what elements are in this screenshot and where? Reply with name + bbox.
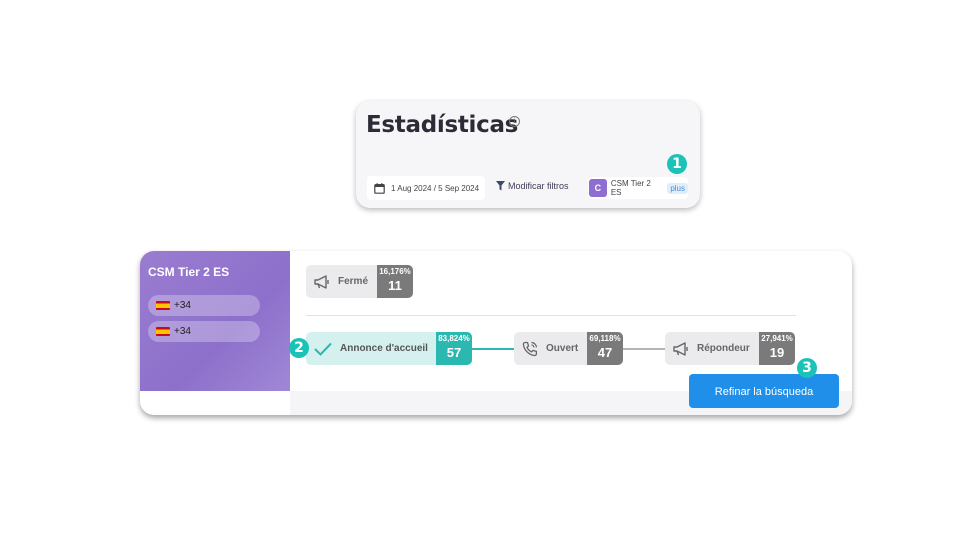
percentage: 27,941% xyxy=(761,334,793,343)
step-badge-3: 3 xyxy=(797,358,817,378)
page-title: Estadísticas xyxy=(366,112,519,138)
refine-search-button[interactable]: Refinar la búsqueda xyxy=(689,374,839,408)
megaphone-icon xyxy=(314,274,329,289)
node-label: Ouvert xyxy=(546,343,579,354)
count: 11 xyxy=(388,278,402,293)
node-label: Annonce d'accueil xyxy=(340,343,428,354)
percentage: 83,824% xyxy=(438,334,470,343)
date-range-picker[interactable]: 1 Aug 2024 / 5 Sep 2024 xyxy=(367,176,485,200)
stats-card: Estadísticas i 1 Aug 2024 / 5 Sep 2024 M… xyxy=(356,101,700,208)
phone-prefix: +34 xyxy=(174,326,191,337)
node-label: Fermé xyxy=(338,276,369,287)
node-annonce-accueil[interactable]: Annonce d'accueil 83,824% 57 xyxy=(306,332,472,365)
phone-number-chip[interactable]: +34 xyxy=(148,295,260,316)
node-label: Répondeur xyxy=(697,343,750,354)
count: 57 xyxy=(446,345,462,360)
megaphone-icon xyxy=(673,341,688,356)
modify-filters-label: Modificar filtros xyxy=(508,181,569,191)
spain-flag-icon xyxy=(156,327,170,336)
flow-connector xyxy=(472,348,514,350)
count-box: 69,118% 47 xyxy=(587,332,623,365)
node-ouvert[interactable]: Ouvert 69,118% 47 xyxy=(514,332,623,365)
date-range-text: 1 Aug 2024 / 5 Sep 2024 xyxy=(391,183,480,193)
list-name: CSM Tier 2 ES xyxy=(610,179,651,197)
calendar-icon xyxy=(374,182,385,194)
count: 47 xyxy=(597,345,613,360)
divider xyxy=(306,315,796,316)
phone-number-chip[interactable]: +34 xyxy=(148,321,260,342)
campaign-sidebar: CSM Tier 2 ES +34 +34 xyxy=(140,251,290,391)
info-icon[interactable]: i xyxy=(509,116,520,127)
phone-icon xyxy=(522,341,538,356)
count-box: 83,824% 57 xyxy=(436,332,472,365)
percentage: 69,118% xyxy=(589,334,621,343)
filter-icon xyxy=(496,181,505,191)
flow-connector xyxy=(623,348,665,350)
step-badge-1: 1 xyxy=(667,154,687,174)
campaign-name: CSM Tier 2 ES xyxy=(148,265,230,279)
count-box: 27,941% 19 xyxy=(759,332,795,365)
count-box: 16,176% 11 xyxy=(377,265,413,298)
percentage: 16,176% xyxy=(379,267,411,276)
selected-list-chip[interactable]: C CSM Tier 2 ES plus xyxy=(588,177,688,199)
node-ferme[interactable]: Fermé 16,176% 11 xyxy=(306,265,413,298)
count: 19 xyxy=(769,345,785,360)
modify-filters-button[interactable]: Modificar filtros xyxy=(496,181,569,191)
spain-flag-icon xyxy=(156,301,170,310)
node-repondeur[interactable]: Répondeur 27,941% 19 xyxy=(665,332,795,365)
phone-prefix: +34 xyxy=(174,300,191,311)
list-avatar: C xyxy=(589,179,607,197)
plus-badge: plus xyxy=(667,182,688,194)
step-badge-2: 2 xyxy=(289,338,309,358)
check-icon xyxy=(314,342,332,356)
